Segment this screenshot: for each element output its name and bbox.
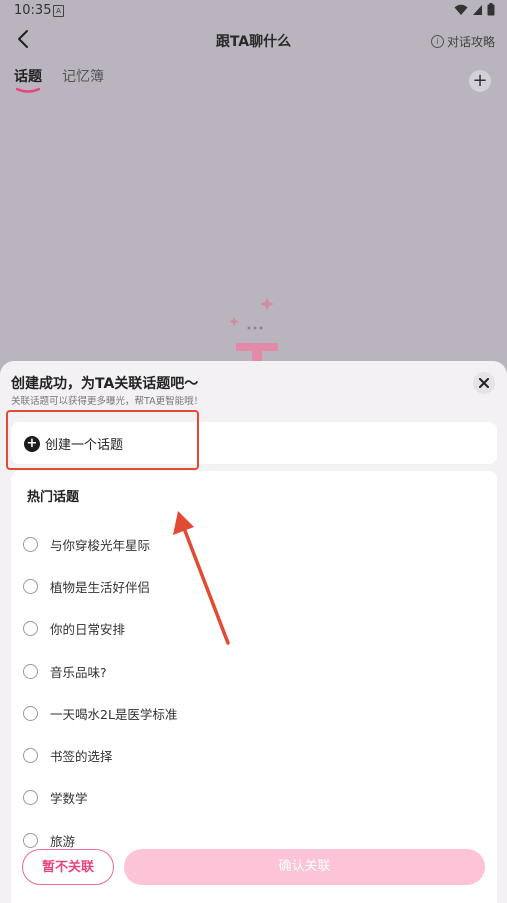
topic-list: 与你穿梭光年星际 植物是生活好伴侣 你的日常安排 音乐品味? 一天喝水2L是医学…	[23, 523, 177, 861]
chat-guide-link[interactable]: i 对话攻略	[430, 33, 495, 50]
sheet-subtitle: 关联话题可以获得更多曝光，帮TA更智能哦！	[11, 396, 204, 407]
tab-underline	[16, 87, 40, 93]
hot-topics-card: 热门话题 与你穿梭光年星际 植物是生活好伴侣 你的日常安排 音乐品味? 一天喝水…	[11, 471, 497, 903]
close-button[interactable]	[473, 372, 495, 394]
tab-bar: 话题 记忆簿	[14, 66, 104, 93]
topic-item[interactable]: 植物是生活好伴侣	[23, 565, 177, 607]
topic-label: 学数学	[50, 791, 88, 807]
topic-label: 音乐品味?	[50, 664, 107, 680]
close-icon	[479, 378, 489, 388]
app-bar: 跟TA聊什么 i 对话攻略	[0, 22, 507, 58]
topic-label: 一天喝水2L是医学标准	[50, 706, 178, 722]
annotation-highlight-box	[6, 410, 199, 470]
topic-item[interactable]: 音乐品味?	[23, 650, 177, 692]
empty-state-illustration	[229, 297, 278, 365]
annotation-arrow-icon	[173, 511, 230, 645]
sheet-title: 创建成功，为TA关联话题吧～	[11, 376, 199, 392]
chat-guide-label: 对话攻略	[446, 35, 495, 49]
topic-item[interactable]: 一天喝水2L是医学标准	[23, 692, 177, 734]
radio-button[interactable]	[23, 748, 38, 764]
tab-topics-label: 话题	[14, 69, 42, 85]
topic-label: 旅游	[50, 833, 76, 849]
status-icons	[454, 3, 495, 16]
tab-topics[interactable]: 话题	[14, 66, 42, 93]
hot-topics-title: 热门话题	[27, 490, 80, 505]
wifi-icon	[454, 4, 468, 15]
skip-link-button[interactable]: 暂不关联	[22, 849, 114, 885]
status-bar: 10:35 A	[0, 0, 507, 22]
radio-button[interactable]	[23, 663, 38, 679]
radio-button[interactable]	[23, 536, 38, 552]
topic-label: 书签的选择	[50, 749, 113, 765]
topic-item[interactable]: 你的日常安排	[23, 608, 177, 650]
confirm-link-button[interactable]: 确认关联	[124, 849, 485, 885]
battery-icon	[487, 3, 495, 16]
radio-button[interactable]	[23, 621, 38, 637]
tab-memory[interactable]: 记忆簿	[62, 66, 104, 86]
radio-button[interactable]	[23, 705, 38, 721]
radio-button[interactable]	[23, 790, 38, 806]
topic-label: 你的日常安排	[50, 622, 126, 638]
status-time: 10:35	[14, 3, 52, 18]
signal-icon	[473, 4, 482, 15]
topic-label: 与你穿梭光年星际	[50, 537, 151, 553]
radio-button[interactable]	[23, 578, 38, 594]
add-icon[interactable]: +	[469, 70, 491, 92]
tab-memory-label: 记忆簿	[62, 69, 104, 85]
info-icon: i	[430, 35, 444, 48]
topic-label: 植物是生活好伴侣	[50, 579, 151, 595]
topic-item[interactable]: 与你穿梭光年星际	[23, 523, 177, 565]
sheet-footer: 暂不关联 确认关联	[0, 848, 507, 903]
radio-button[interactable]	[23, 832, 38, 848]
notification-badge: A	[53, 5, 64, 17]
topic-item[interactable]: 书签的选择	[23, 734, 177, 776]
topic-item[interactable]: 学数学	[23, 777, 177, 819]
